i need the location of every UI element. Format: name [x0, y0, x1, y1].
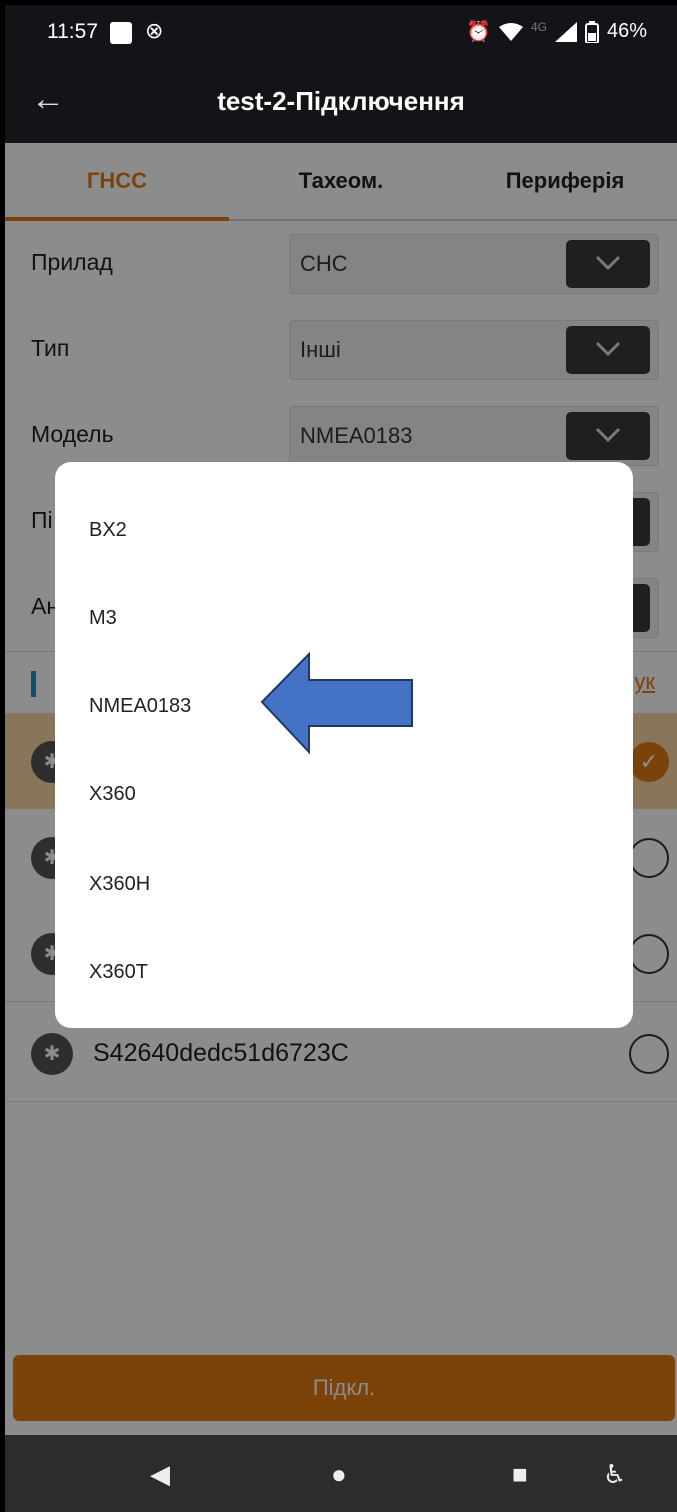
annotation-arrow-icon: [260, 652, 413, 755]
battery-level: 46%: [606, 20, 647, 42]
nav-recents-icon[interactable]: ■: [512, 1459, 528, 1490]
option-label: BX2: [89, 519, 127, 541]
network-type: 4G: [530, 19, 547, 34]
option-label: X360H: [89, 873, 151, 895]
option-label: X360T: [89, 961, 148, 983]
model-option-x360[interactable]: X360: [55, 750, 633, 838]
alarm-icon: ⏰: [466, 21, 491, 43]
notification-icon: [110, 22, 132, 44]
status-bar: 11:57 ⊗ ⏰ 4G 46%: [5, 5, 677, 60]
battery-icon: [584, 20, 599, 43]
option-label: X360: [89, 783, 136, 805]
wifi-icon: [498, 22, 523, 41]
accessibility-icon[interactable]: ♿: [603, 1459, 626, 1490]
blocked-icon: ⊗: [145, 18, 164, 43]
nav-home-icon[interactable]: ●: [331, 1459, 347, 1490]
system-nav-bar: ◀ ● ■ ♿: [5, 1435, 677, 1512]
signal-icon: [554, 21, 577, 42]
model-option-bx2[interactable]: BX2: [55, 486, 633, 574]
screen: 11:57 ⊗ ⏰ 4G 46% ← test-2-Підключення ГН…: [5, 5, 677, 1512]
model-option-m3[interactable]: M3: [55, 574, 633, 662]
page-title: test-2-Підключення: [217, 86, 465, 116]
model-option-x360h[interactable]: X360H: [55, 840, 633, 928]
nav-back-icon[interactable]: ◀: [150, 1459, 170, 1490]
option-label: NMEA0183: [89, 695, 192, 717]
status-time: 11:57: [47, 20, 98, 43]
app-bar: ← test-2-Підключення: [5, 60, 677, 143]
option-label: M3: [89, 607, 117, 629]
model-option-x360t[interactable]: X360T: [55, 928, 633, 1016]
